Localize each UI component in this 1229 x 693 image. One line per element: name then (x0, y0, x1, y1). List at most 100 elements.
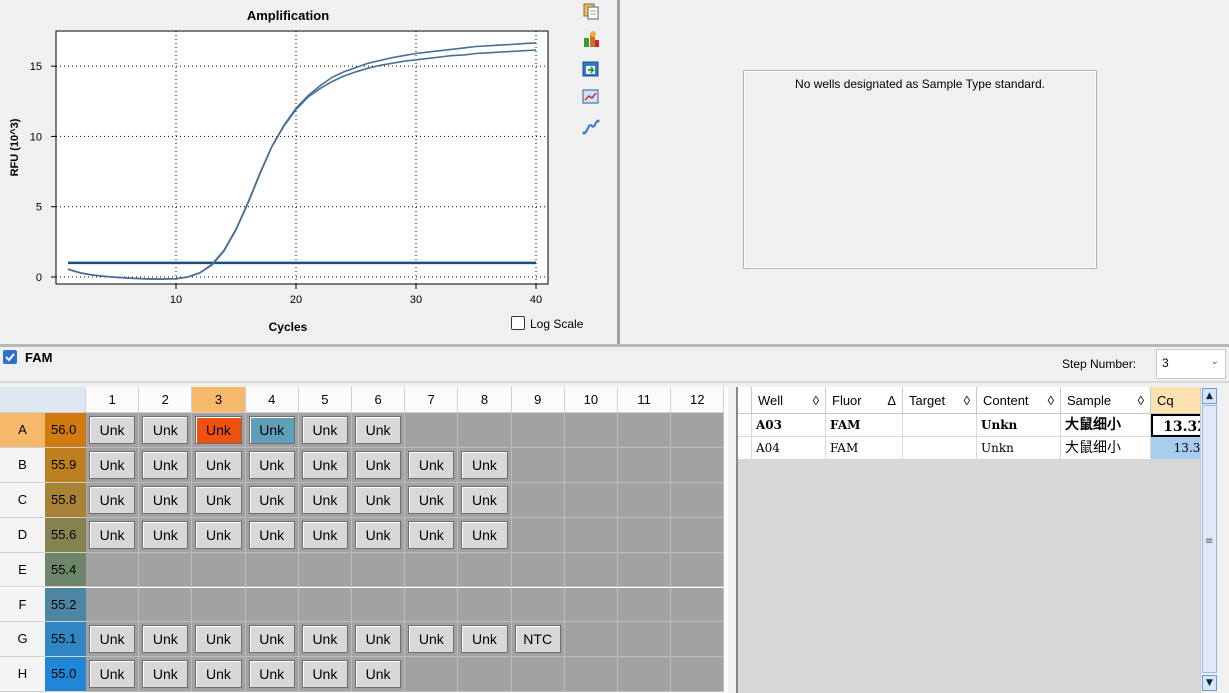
plate-well[interactable] (671, 517, 725, 553)
well-G2[interactable]: Unk (142, 625, 189, 654)
curve-icon[interactable] (582, 118, 600, 136)
well-D5[interactable]: Unk (301, 520, 348, 549)
row-header-G[interactable]: G (0, 622, 45, 658)
plate-well[interactable] (618, 552, 672, 588)
well-A4[interactable]: Unk (248, 416, 295, 444)
column-header-3[interactable]: 3 (192, 387, 246, 413)
column-header-1[interactable]: 1 (86, 387, 140, 413)
column-header-fluor[interactable]: Fluor Δ (826, 387, 903, 414)
scrollbar-thumb[interactable]: ≡ (1202, 405, 1217, 673)
plate-well[interactable]: Unk (298, 482, 352, 518)
row-header-D[interactable]: D (0, 517, 45, 553)
plate-well[interactable]: Unk (245, 657, 299, 693)
plate-well[interactable]: Unk (405, 447, 459, 483)
sort-icon[interactable]: ◊ (964, 387, 970, 414)
plate-well[interactable] (618, 447, 672, 483)
well-D1[interactable]: Unk (89, 520, 136, 549)
column-header-10[interactable]: 10 (564, 387, 618, 413)
well-A5[interactable]: Unk (301, 416, 348, 444)
panel-splitter[interactable] (617, 0, 620, 344)
well-A2[interactable]: Unk (142, 416, 189, 444)
plate-well[interactable] (352, 552, 406, 588)
plate-well[interactable] (564, 587, 618, 623)
zoom-graph-icon[interactable] (582, 88, 600, 106)
scroll-up-icon[interactable]: ▲ (1202, 388, 1217, 404)
plate-well[interactable]: Unk (86, 482, 140, 518)
plate-well[interactable] (671, 413, 725, 448)
plate-well[interactable]: Unk (298, 657, 352, 693)
well-B5[interactable]: Unk (301, 450, 348, 479)
scroll-down-icon[interactable]: ▼ (1202, 675, 1217, 691)
well-C8[interactable]: Unk (461, 485, 508, 514)
plate-well[interactable] (405, 413, 459, 448)
column-header-6[interactable]: 6 (352, 387, 406, 413)
plate-well[interactable]: Unk (298, 517, 352, 553)
plate-well[interactable] (458, 657, 512, 693)
step-number-select[interactable]: 3 ⌄ (1156, 349, 1226, 379)
plate-well[interactable]: Unk (139, 657, 193, 693)
well-B3[interactable]: Unk (195, 450, 242, 479)
plate-well[interactable] (86, 587, 140, 623)
plate-well[interactable] (618, 587, 672, 623)
well-D3[interactable]: Unk (195, 520, 242, 549)
plate-well[interactable]: Unk (245, 413, 299, 448)
plate-well[interactable]: Unk (86, 657, 140, 693)
plate-well[interactable]: Unk (86, 517, 140, 553)
plate-well[interactable] (458, 587, 512, 623)
plate-well[interactable] (618, 622, 672, 658)
sort-icon[interactable]: ◊ (813, 387, 819, 414)
plate-well[interactable] (511, 552, 565, 588)
plate-well[interactable] (352, 587, 406, 623)
plate-well[interactable] (405, 587, 459, 623)
well-B6[interactable]: Unk (355, 450, 402, 479)
well-H6[interactable]: Unk (355, 660, 402, 689)
well-B7[interactable]: Unk (408, 450, 455, 479)
plate-well[interactable] (192, 552, 246, 588)
well-G7[interactable]: Unk (408, 625, 455, 654)
plate-well[interactable]: Unk (352, 517, 406, 553)
log-scale-toggle[interactable]: Log Scale (511, 316, 583, 331)
column-header-11[interactable]: 11 (618, 387, 672, 413)
plate-well[interactable] (511, 517, 565, 553)
plate-well[interactable]: Unk (192, 413, 246, 448)
row-header-B[interactable]: B (0, 447, 45, 483)
plate-well[interactable]: Unk (139, 517, 193, 553)
export-icon[interactable] (582, 30, 600, 48)
sort-icon[interactable]: ◊ (1048, 387, 1054, 414)
plate-well[interactable] (511, 482, 565, 518)
well-D2[interactable]: Unk (142, 520, 189, 549)
plate-well[interactable] (564, 482, 618, 518)
plate-well[interactable]: Unk (352, 657, 406, 693)
plate-well[interactable] (564, 517, 618, 553)
plate-well[interactable]: Unk (86, 447, 140, 483)
well-H5[interactable]: Unk (301, 660, 348, 689)
well-G5[interactable]: Unk (301, 625, 348, 654)
row-header-C[interactable]: C (0, 482, 45, 518)
plate-well[interactable] (671, 447, 725, 483)
column-header-well[interactable]: Well ◊ (752, 387, 826, 414)
row-selector-header[interactable] (738, 387, 752, 414)
results-table[interactable]: Well◊FluorΔTarget◊Content◊Sample◊Cq◊A03F… (736, 387, 1215, 693)
column-header-5[interactable]: 5 (298, 387, 352, 413)
plate-well[interactable]: Unk (298, 447, 352, 483)
well-G8[interactable]: Unk (461, 625, 508, 654)
row-header-F[interactable]: F (0, 587, 45, 623)
plate-well[interactable]: Unk (86, 413, 140, 448)
well-C1[interactable]: Unk (89, 485, 136, 514)
well-C6[interactable]: Unk (355, 485, 402, 514)
plate-well[interactable]: Unk (245, 517, 299, 553)
well-B8[interactable]: Unk (461, 450, 508, 479)
well-A6[interactable]: Unk (355, 416, 402, 444)
plate-well[interactable]: Unk (352, 447, 406, 483)
plate-well[interactable]: Unk (352, 482, 406, 518)
plate-well[interactable] (671, 587, 725, 623)
well-C4[interactable]: Unk (248, 485, 295, 514)
plate-well[interactable]: Unk (192, 482, 246, 518)
plate-well[interactable] (671, 482, 725, 518)
plate-well[interactable]: Unk (86, 622, 140, 658)
well-G6[interactable]: Unk (355, 625, 402, 654)
row-selector[interactable] (738, 414, 752, 437)
plate-well[interactable] (245, 552, 299, 588)
well-D8[interactable]: Unk (461, 520, 508, 549)
plate-well[interactable] (671, 657, 725, 693)
